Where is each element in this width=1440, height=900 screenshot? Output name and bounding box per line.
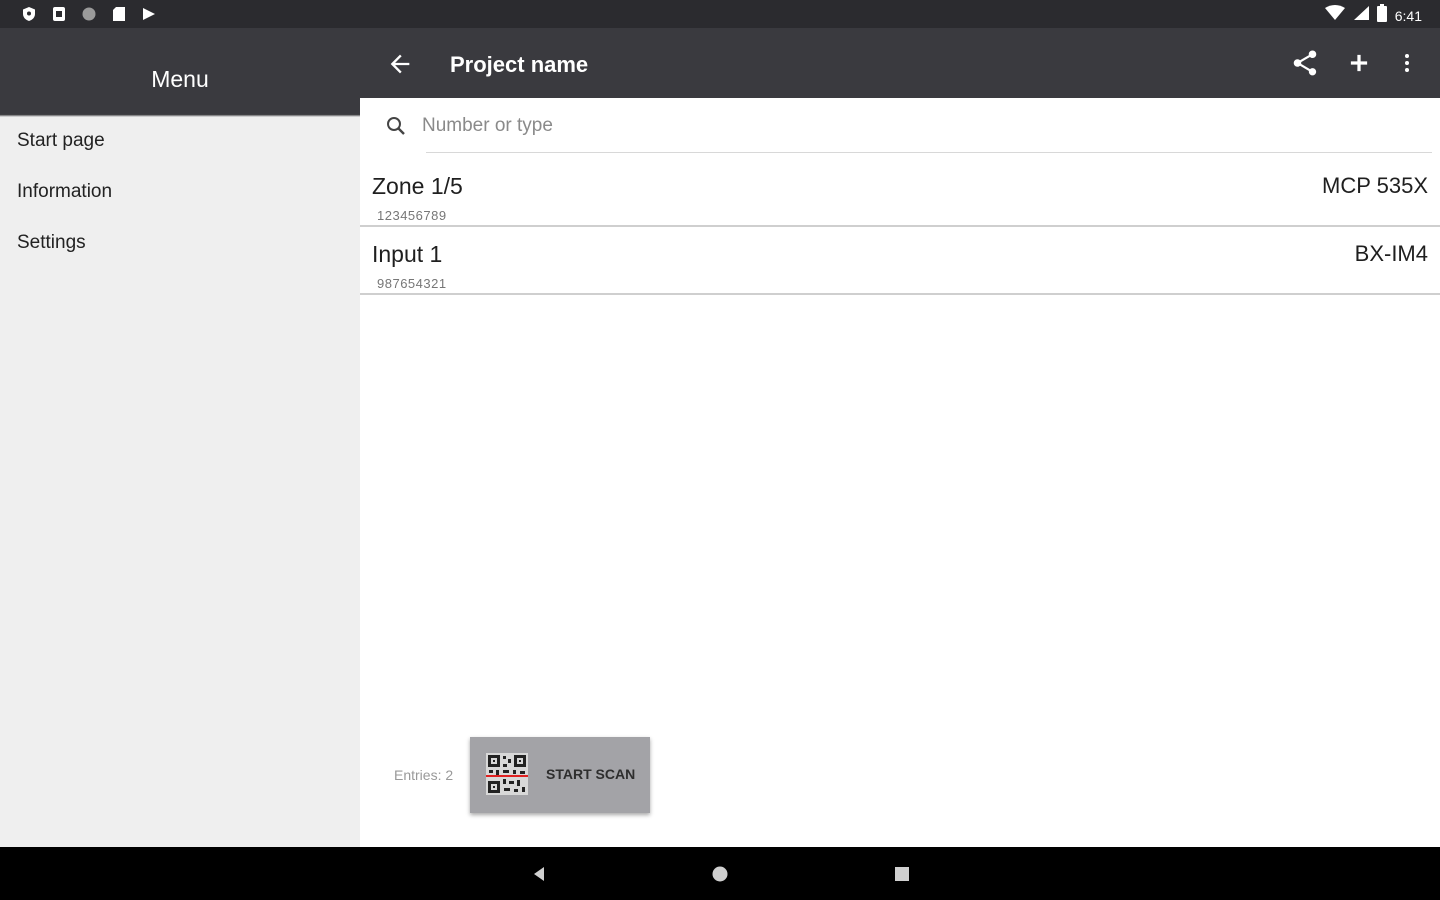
sim-icon [50,5,68,23]
battery-icon [1376,4,1387,27]
drawer-item-start-page[interactable]: Start page [17,130,105,152]
sd-card-icon [110,5,128,23]
list-item-type: MCP 535X [1322,173,1428,198]
drawer-header-shadow [0,114,360,117]
app-bar: Project name [360,28,1440,98]
qr-code-icon [486,753,528,795]
list-item[interactable]: Input 1 BX-IM4 987654321 [360,229,1440,295]
list-item-type: BX-IM4 [1354,241,1428,266]
search-input[interactable] [420,110,1434,142]
row-divider [360,293,1440,295]
status-time: 6:41 [1394,7,1422,24]
circle-icon [80,5,98,23]
nav-home-icon[interactable] [709,863,731,885]
list-item-title: Input 1 [372,241,443,267]
page-title: Project name [450,52,589,77]
drawer-title: Menu [151,66,209,92]
main-content: Zone 1/5 MCP 535X 123456789 Input 1 BX-I… [360,98,1440,847]
drawer-item-settings[interactable]: Settings [17,232,86,254]
list-item-number: 987654321 [377,276,447,291]
system-navigation-bar [0,847,1440,900]
search-underline [426,152,1432,153]
nav-recents-icon[interactable] [891,863,913,885]
list-item[interactable]: Zone 1/5 MCP 535X 123456789 [360,161,1440,227]
status-bar: 6:41 [0,0,1440,28]
search-icon [384,114,408,138]
start-scan-button[interactable]: START SCAN [470,737,650,813]
shield-icon [20,5,38,23]
start-scan-label: START SCAN [546,766,636,782]
entries-count: Entries: 2 [394,767,454,783]
navigation-drawer: Start page Information Settings [0,114,360,847]
drawer-item-information[interactable]: Information [17,181,112,203]
back-arrow-icon[interactable] [386,50,414,78]
wifi-icon [1324,5,1345,26]
more-vert-icon[interactable] [1390,46,1424,80]
signal-icon [1353,5,1369,26]
list-item-title: Zone 1/5 [372,173,463,199]
add-icon[interactable] [1342,46,1376,80]
play-store-icon [140,5,158,23]
list-item-number: 123456789 [377,208,447,223]
share-icon[interactable] [1288,46,1322,80]
row-divider [360,225,1440,227]
nav-back-icon[interactable] [528,863,550,885]
